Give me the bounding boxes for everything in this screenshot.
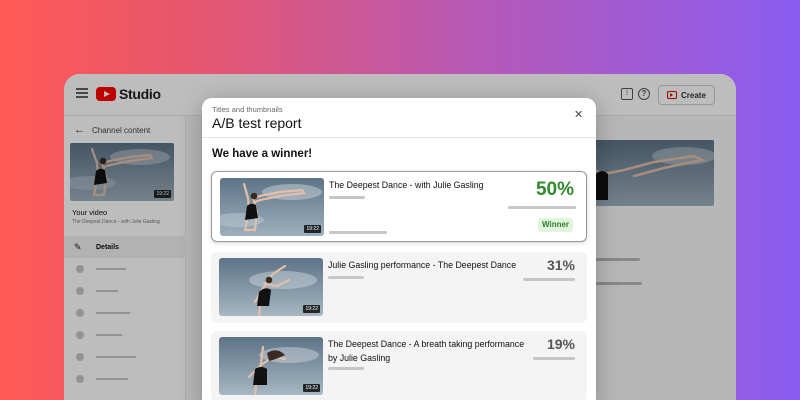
video-duration: 19:22 [303, 305, 320, 313]
result-score-bar [533, 357, 575, 360]
dialog-overline: Titles and thumbnails [212, 105, 283, 114]
result-percent: 19% [546, 336, 575, 352]
video-duration: 19:22 [304, 225, 321, 233]
result-thumbnail: 19:22 [220, 178, 324, 236]
close-icon[interactable]: ✕ [574, 108, 583, 121]
result-score-bar [523, 278, 575, 281]
winner-heading: We have a winner! [212, 148, 313, 160]
winner-badge: Winner [538, 218, 574, 232]
result-thumbnail: 19:22 [219, 258, 323, 316]
placeholder-line [328, 367, 364, 370]
result-card[interactable]: 19:22 The Deepest Dance - A breath takin… [211, 331, 587, 400]
ab-test-report-dialog: Titles and thumbnails A/B test report ✕ … [202, 98, 596, 400]
video-duration: 19:22 [303, 384, 320, 392]
result-title: The Deepest Dance - A breath taking perf… [328, 339, 525, 363]
result-title: The Deepest Dance - with Julie Gasling [329, 180, 484, 190]
placeholder-line [328, 276, 364, 279]
result-thumbnail: 19:22 [219, 337, 323, 395]
result-card[interactable]: 19:22 Julie Gasling performance - The De… [211, 252, 587, 323]
placeholder-line [329, 196, 365, 199]
result-percent: 31% [546, 257, 575, 273]
result-title: Julie Gasling performance - The Deepest … [328, 260, 517, 270]
result-card-winner[interactable]: 19:22 The Deepest Dance - with Julie Gas… [211, 171, 587, 242]
result-score-bar [508, 206, 576, 209]
placeholder-line [329, 231, 387, 234]
dialog-title: A/B test report [212, 115, 302, 131]
dialog-header: Titles and thumbnails A/B test report ✕ [202, 98, 596, 138]
result-percent: 50% [535, 179, 574, 200]
